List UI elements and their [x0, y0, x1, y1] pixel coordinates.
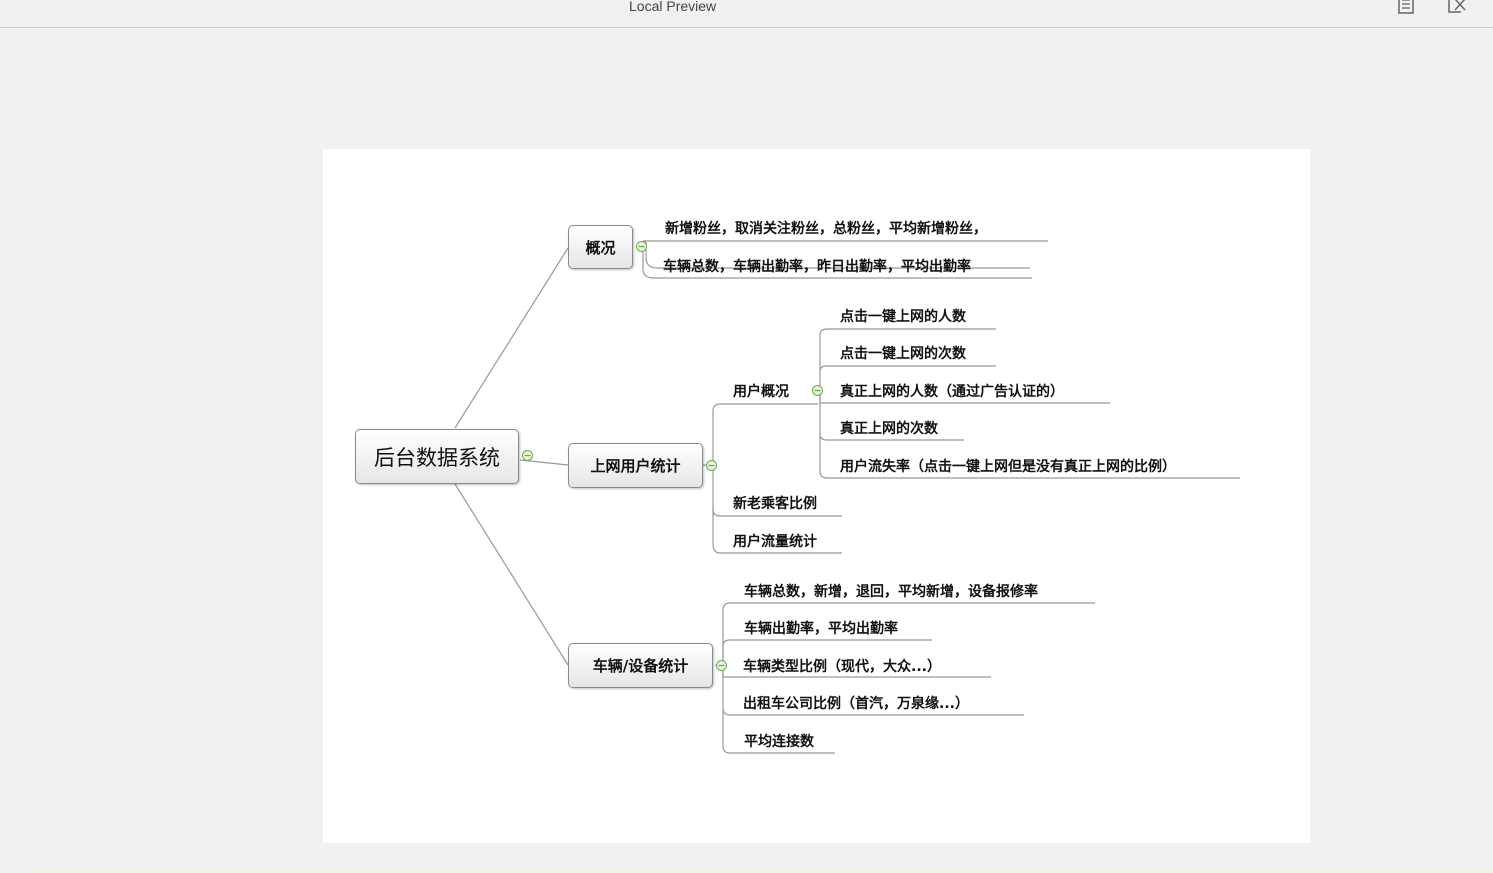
branch-vehicles-label: 车辆/设备统计	[592, 657, 689, 675]
mindmap-canvas: 后台数据系统 概况 新增粉丝，取消关注粉丝，总粉丝，平均新增粉丝， 车辆总数，车…	[323, 149, 1310, 843]
vehicles-item-1[interactable]: 车辆总数，新增，退回，平均新增，设备报修率	[744, 583, 1038, 601]
user-sub-item-5[interactable]: 用户流失率（点击一键上网但是没有真正上网的比例）	[840, 458, 1176, 476]
branch-users[interactable]: 上网用户统计	[568, 443, 703, 488]
title-bar: Local Preview	[0, 0, 1493, 28]
user-sub-item-4[interactable]: 真正上网的次数	[840, 420, 938, 438]
window-title: Local Preview	[629, 0, 717, 14]
vehicles-item-3[interactable]: 车辆类型比例（现代，大众...）	[743, 658, 941, 676]
vehicles-item-4[interactable]: 出租车公司比例（首汽，万泉缘...）	[743, 695, 969, 713]
branch-overview[interactable]: 概况	[568, 225, 633, 269]
collapse-overview-icon[interactable]	[636, 241, 647, 252]
branch-vehicles[interactable]: 车辆/设备统计	[568, 643, 713, 688]
overview-item-2[interactable]: 车辆总数，车辆出勤率，昨日出勤率，平均出勤率	[663, 258, 971, 276]
vehicles-item-5[interactable]: 平均连接数	[744, 733, 814, 751]
overview-item-1[interactable]: 新增粉丝，取消关注粉丝，总粉丝，平均新增粉丝，	[665, 220, 987, 238]
branch-overview-label: 概况	[585, 238, 616, 257]
vehicles-item-2[interactable]: 车辆出勤率，平均出勤率	[744, 620, 898, 638]
collapse-root-icon[interactable]	[522, 450, 533, 461]
document-icon[interactable]	[1396, 0, 1418, 16]
collapse-user-overview-icon[interactable]	[812, 385, 823, 396]
collapse-vehicles-icon[interactable]	[716, 660, 727, 671]
edit-icon[interactable]	[1446, 0, 1468, 16]
collapse-users-icon[interactable]	[706, 460, 717, 471]
users-item-2[interactable]: 用户流量统计	[733, 533, 817, 551]
user-sub-item-1[interactable]: 点击一键上网的人数	[840, 308, 966, 326]
root-node[interactable]: 后台数据系统	[355, 429, 519, 484]
user-sub-item-3[interactable]: 真正上网的人数（通过广告认证的）	[840, 383, 1064, 401]
user-sub-item-2[interactable]: 点击一键上网的次数	[840, 345, 966, 363]
branch-users-label: 上网用户统计	[590, 457, 681, 475]
users-item-1[interactable]: 新老乘客比例	[733, 495, 817, 513]
users-sub-label[interactable]: 用户概况	[733, 383, 789, 401]
bottom-divider	[30, 869, 1493, 871]
root-label: 后台数据系统	[374, 445, 500, 470]
